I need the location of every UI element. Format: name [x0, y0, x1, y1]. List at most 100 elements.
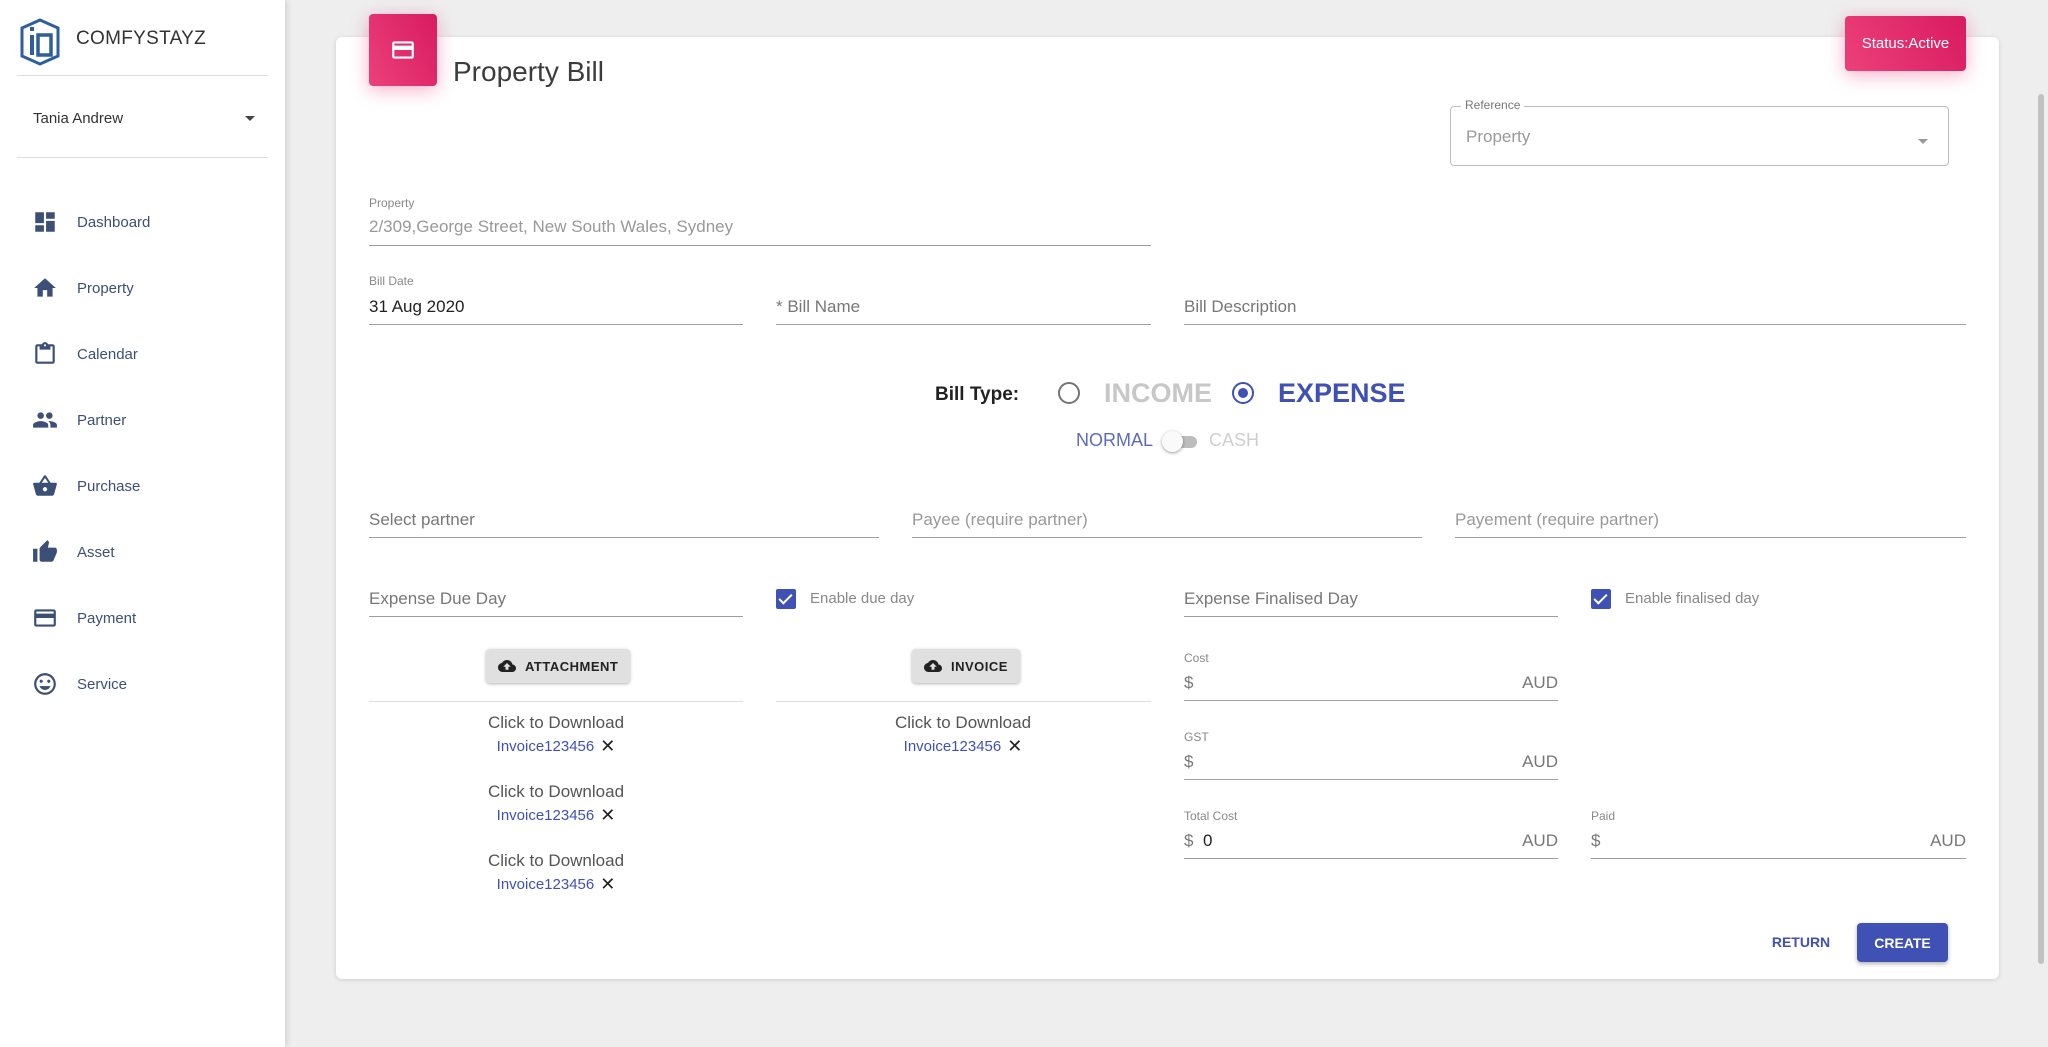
bill-name-placeholder: * Bill Name: [776, 297, 861, 316]
paid-prefix: $: [1591, 831, 1601, 850]
user-menu[interactable]: Tania Andrew: [33, 108, 255, 128]
credit-card-icon: [34, 609, 56, 627]
expense-due-day-field[interactable]: Expense Due Day: [369, 588, 743, 617]
sidebar-item-label: Asset: [77, 543, 115, 561]
income-option-label[interactable]: INCOME: [1104, 378, 1212, 409]
thumb-up-icon: [33, 540, 57, 562]
download-text: Click to Download: [487, 851, 625, 870]
download-text: Click to Download: [487, 713, 625, 732]
divider: [776, 701, 1151, 702]
close-icon[interactable]: ✕: [600, 737, 615, 755]
gst-label: GST: [1184, 730, 1209, 744]
total-cost-label: Total Cost: [1184, 809, 1238, 823]
expense-finalised-day-field[interactable]: Expense Finalised Day: [1184, 588, 1558, 617]
clipboard-icon: [35, 342, 55, 364]
sidebar-divider: [17, 157, 268, 158]
paid-label: Paid: [1591, 809, 1616, 823]
sidebar-item-purchase[interactable]: Purchase: [0, 453, 285, 519]
property-value: 2/309,George Street, New South Wales, Sy…: [369, 217, 734, 236]
reference-select[interactable]: Reference Property: [1450, 98, 1949, 166]
gst-suffix: AUD: [1522, 752, 1558, 771]
sidebar-item-label: Service: [77, 675, 128, 693]
enable-finalised-day-label: Enable finalised day: [1625, 590, 1760, 607]
payment-placeholder: Payement (require partner): [1455, 510, 1660, 529]
payee-field[interactable]: Payee (require partner): [912, 509, 1422, 538]
cash-mode-label: CASH: [1209, 430, 1260, 450]
file-link[interactable]: Invoice123456: [497, 738, 595, 755]
dashboard-icon: [35, 212, 55, 232]
sidebar-item-asset[interactable]: Asset: [0, 519, 285, 585]
bill-date-value: 31 Aug 2020: [369, 297, 465, 316]
file-link[interactable]: Invoice123456: [904, 738, 1002, 755]
payee-placeholder: Payee (require partner): [912, 510, 1088, 529]
expense-radio[interactable]: [1232, 382, 1254, 404]
bill-description-field[interactable]: Bill Description: [1184, 296, 1966, 325]
bill-date-label: Bill Date: [369, 274, 414, 288]
people-icon: [33, 412, 57, 428]
sidebar-divider: [17, 75, 268, 76]
bill-date-field[interactable]: Bill Date 31 Aug 2020: [369, 274, 743, 325]
sidebar-item-dashboard[interactable]: Dashboard: [0, 189, 285, 255]
payment-field[interactable]: Payement (require partner): [1455, 509, 1966, 538]
file-link[interactable]: Invoice123456: [497, 807, 595, 824]
cost-suffix: AUD: [1522, 673, 1558, 692]
reference-value: Property: [1466, 127, 1531, 146]
basket-icon: [33, 475, 57, 496]
sidebar-item-service[interactable]: Service: [0, 651, 285, 717]
card-header-icon: [369, 14, 437, 86]
brand-logo-icon: [20, 18, 60, 66]
cloud-upload-icon: [924, 660, 942, 672]
close-icon[interactable]: ✕: [1007, 737, 1022, 755]
income-radio[interactable]: [1058, 382, 1080, 404]
reference-label: Reference: [1461, 98, 1525, 112]
property-label: Property: [369, 196, 415, 210]
invoice-upload-button[interactable]: INVOICE: [912, 649, 1020, 683]
sidebar: COMFYSTAYZ Tania Andrew Dashboard Proper…: [0, 0, 285, 1047]
scrollbar[interactable]: [2038, 94, 2044, 964]
bill-name-field[interactable]: * Bill Name: [776, 296, 1151, 325]
file-link[interactable]: Invoice123456: [497, 876, 595, 893]
enable-due-day-label: Enable due day: [810, 590, 915, 607]
attachment-file-item: Click to Download Invoice123456 ✕: [369, 782, 743, 825]
sidebar-nav: Dashboard Property Calendar Partner Purc…: [0, 189, 285, 717]
paid-field[interactable]: Paid $ AUD: [1591, 809, 1966, 859]
page-title: Property Bill: [453, 56, 604, 87]
normal-mode-label: NORMAL: [1076, 430, 1154, 450]
create-button[interactable]: CREATE: [1857, 923, 1948, 962]
total-cost-field[interactable]: Total Cost $ 0 AUD: [1184, 809, 1558, 859]
select-partner-field[interactable]: Select partner: [369, 509, 879, 538]
attachment-upload-button[interactable]: ATTACHMENT: [486, 649, 631, 683]
brand[interactable]: COMFYSTAYZ: [18, 18, 206, 66]
bill-type-label: Bill Type:: [935, 384, 1020, 405]
close-icon[interactable]: ✕: [600, 875, 615, 893]
property-field[interactable]: Property 2/309,George Street, New South …: [369, 196, 1151, 246]
enable-finalised-day-checkbox[interactable]: [1591, 589, 1611, 609]
user-name: Tania Andrew: [33, 109, 124, 127]
attachment-button-label: ATTACHMENT: [525, 658, 619, 674]
gst-field[interactable]: GST $ AUD: [1184, 730, 1558, 780]
expense-option-label[interactable]: EXPENSE: [1278, 378, 1406, 409]
sidebar-item-payment[interactable]: Payment: [0, 585, 285, 651]
enable-due-day-checkbox[interactable]: [776, 589, 796, 609]
chevron-down-icon: [1918, 139, 1928, 144]
close-icon[interactable]: ✕: [600, 806, 615, 824]
toggle-knob[interactable]: [1162, 431, 1183, 452]
due-day-placeholder: Expense Due Day: [369, 589, 507, 608]
total-cost-suffix: AUD: [1522, 831, 1558, 850]
sidebar-item-calendar[interactable]: Calendar: [0, 321, 285, 387]
credit-card-icon: [392, 41, 414, 59]
cost-label: Cost: [1184, 651, 1209, 665]
smiley-icon: [34, 673, 56, 695]
sidebar-item-property[interactable]: Property: [0, 255, 285, 321]
finalised-day-placeholder: Expense Finalised Day: [1184, 589, 1358, 608]
bill-description-placeholder: Bill Description: [1184, 297, 1297, 316]
status-badge[interactable]: Status:Active: [1845, 16, 1966, 71]
divider: [369, 701, 743, 702]
sidebar-item-label: Purchase: [77, 477, 141, 495]
sidebar-item-label: Partner: [77, 411, 127, 429]
sidebar-item-partner[interactable]: Partner: [0, 387, 285, 453]
download-text: Click to Download: [487, 782, 625, 801]
sidebar-item-label: Dashboard: [77, 213, 151, 231]
cost-field[interactable]: Cost $ AUD: [1184, 651, 1558, 701]
return-button[interactable]: RETURN: [1759, 924, 1843, 960]
